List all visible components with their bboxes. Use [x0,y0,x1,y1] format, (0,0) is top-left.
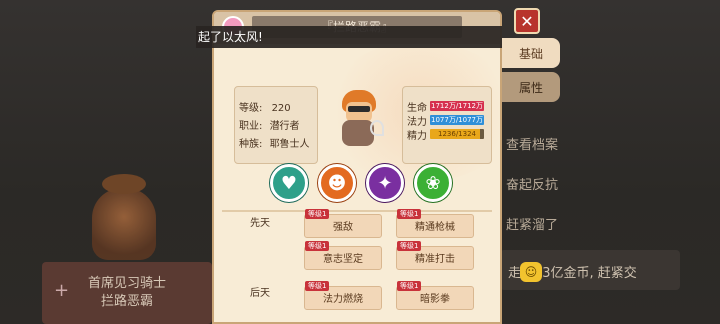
character-detail-panel: 『拦路恶霸』 等级: 220 职业: 潜行者 种族: 耶鲁士人 生命 1712万… [212,10,502,324]
sp-label: 精力 [407,130,427,142]
claw-hand-icon [370,120,384,136]
trait-level-badge: 等级1 [305,241,330,251]
level-value: 220 [271,103,291,114]
menu-item-fight-back[interactable]: 奋起反抗 [506,174,558,193]
leaf-beast-icon[interactable]: ❀ [414,164,452,202]
trait-innate-2[interactable]: 等级1 精通枪械 [396,209,474,238]
trait-level-badge: 等级1 [305,281,330,291]
trait-name: 暗影拳 [420,294,450,305]
menu-item-view-profile[interactable]: 查看档案 [506,134,558,153]
dark-dragon-icon[interactable]: ✦ [366,164,404,202]
section-divider [222,210,492,212]
race-row: 种族: 耶鲁士人 [239,135,313,153]
race-label: 种族: [239,139,263,150]
trait-innate-3[interactable]: 等级1 意志坚定 [304,241,382,270]
acquired-label: 后天 [250,288,270,299]
mp-bar: 1077万/1077万 [430,115,484,125]
job-value: 潜行者 [269,121,300,132]
mp-label: 法力 [407,116,427,128]
trait-name: 精通枪械 [415,222,455,233]
trait-innate-4[interactable]: 等级1 精准打击 [396,241,474,270]
job-row: 职业: 潜行者 [239,117,313,135]
close-icon: ✕ [520,11,534,31]
trait-name: 精准打击 [415,254,455,265]
job-label: 职业: [239,121,263,132]
trait-name: 意志坚定 [323,254,363,265]
chat-bubble-icon[interactable]: ☺ [520,262,542,282]
trait-level-badge: 等级1 [397,281,422,291]
tab-attributes[interactable]: 属性 [502,72,560,102]
trait-innate-1[interactable]: 等级1 强敌 [304,209,382,238]
tab-basic[interactable]: 基础 [502,38,560,68]
menu-item-run-away[interactable]: 赶紧溜了 [506,214,558,233]
race-value: 耶鲁士人 [269,139,310,150]
trait-level-badge: 等级1 [397,241,422,251]
sp-bar: 1236/1324 [430,129,484,139]
background-hero-sprite [92,174,156,260]
background-character-card[interactable]: + 首席见习骑士 拦路恶霸 [42,262,212,324]
heart-sparkle-icon[interactable]: ♥ [270,164,308,202]
trait-acquired-2[interactable]: 等级1 暗影拳 [396,281,474,310]
trait-level-badge: 等级1 [397,209,422,219]
innate-label: 先天 [250,218,270,229]
card-line-2: 拦路恶霸 [100,294,153,309]
notice-banner: 起了以太风! [196,26,502,48]
trait-acquired-1[interactable]: 等级1 法力燃烧 [304,281,382,310]
hp-label: 生命 [407,102,427,114]
sp-row: 精力 1236/1324 [407,127,487,142]
basic-info-box: 等级: 220 职业: 潜行者 种族: 耶鲁士人 [234,86,318,164]
hp-bar: 1712万/1712万 [430,101,484,111]
card-line-1: 首席见习骑士 [87,276,166,291]
trait-name: 法力燃烧 [323,294,363,305]
close-button[interactable]: ✕ [514,8,540,34]
mp-row: 法力 1077万/1077万 [407,113,487,128]
level-label: 等级: [239,103,263,114]
demon-mask-icon[interactable]: ☻ [318,164,356,202]
character-portrait [336,90,384,148]
trait-name: 强敌 [333,222,353,233]
hp-row: 生命 1712万/1712万 [407,99,487,114]
level-row: 等级: 220 [239,99,313,117]
stats-box: 生命 1712万/1712万 法力 1077万/1077万 精力 1236/13… [402,86,492,164]
trait-level-badge: 等级1 [305,209,330,219]
